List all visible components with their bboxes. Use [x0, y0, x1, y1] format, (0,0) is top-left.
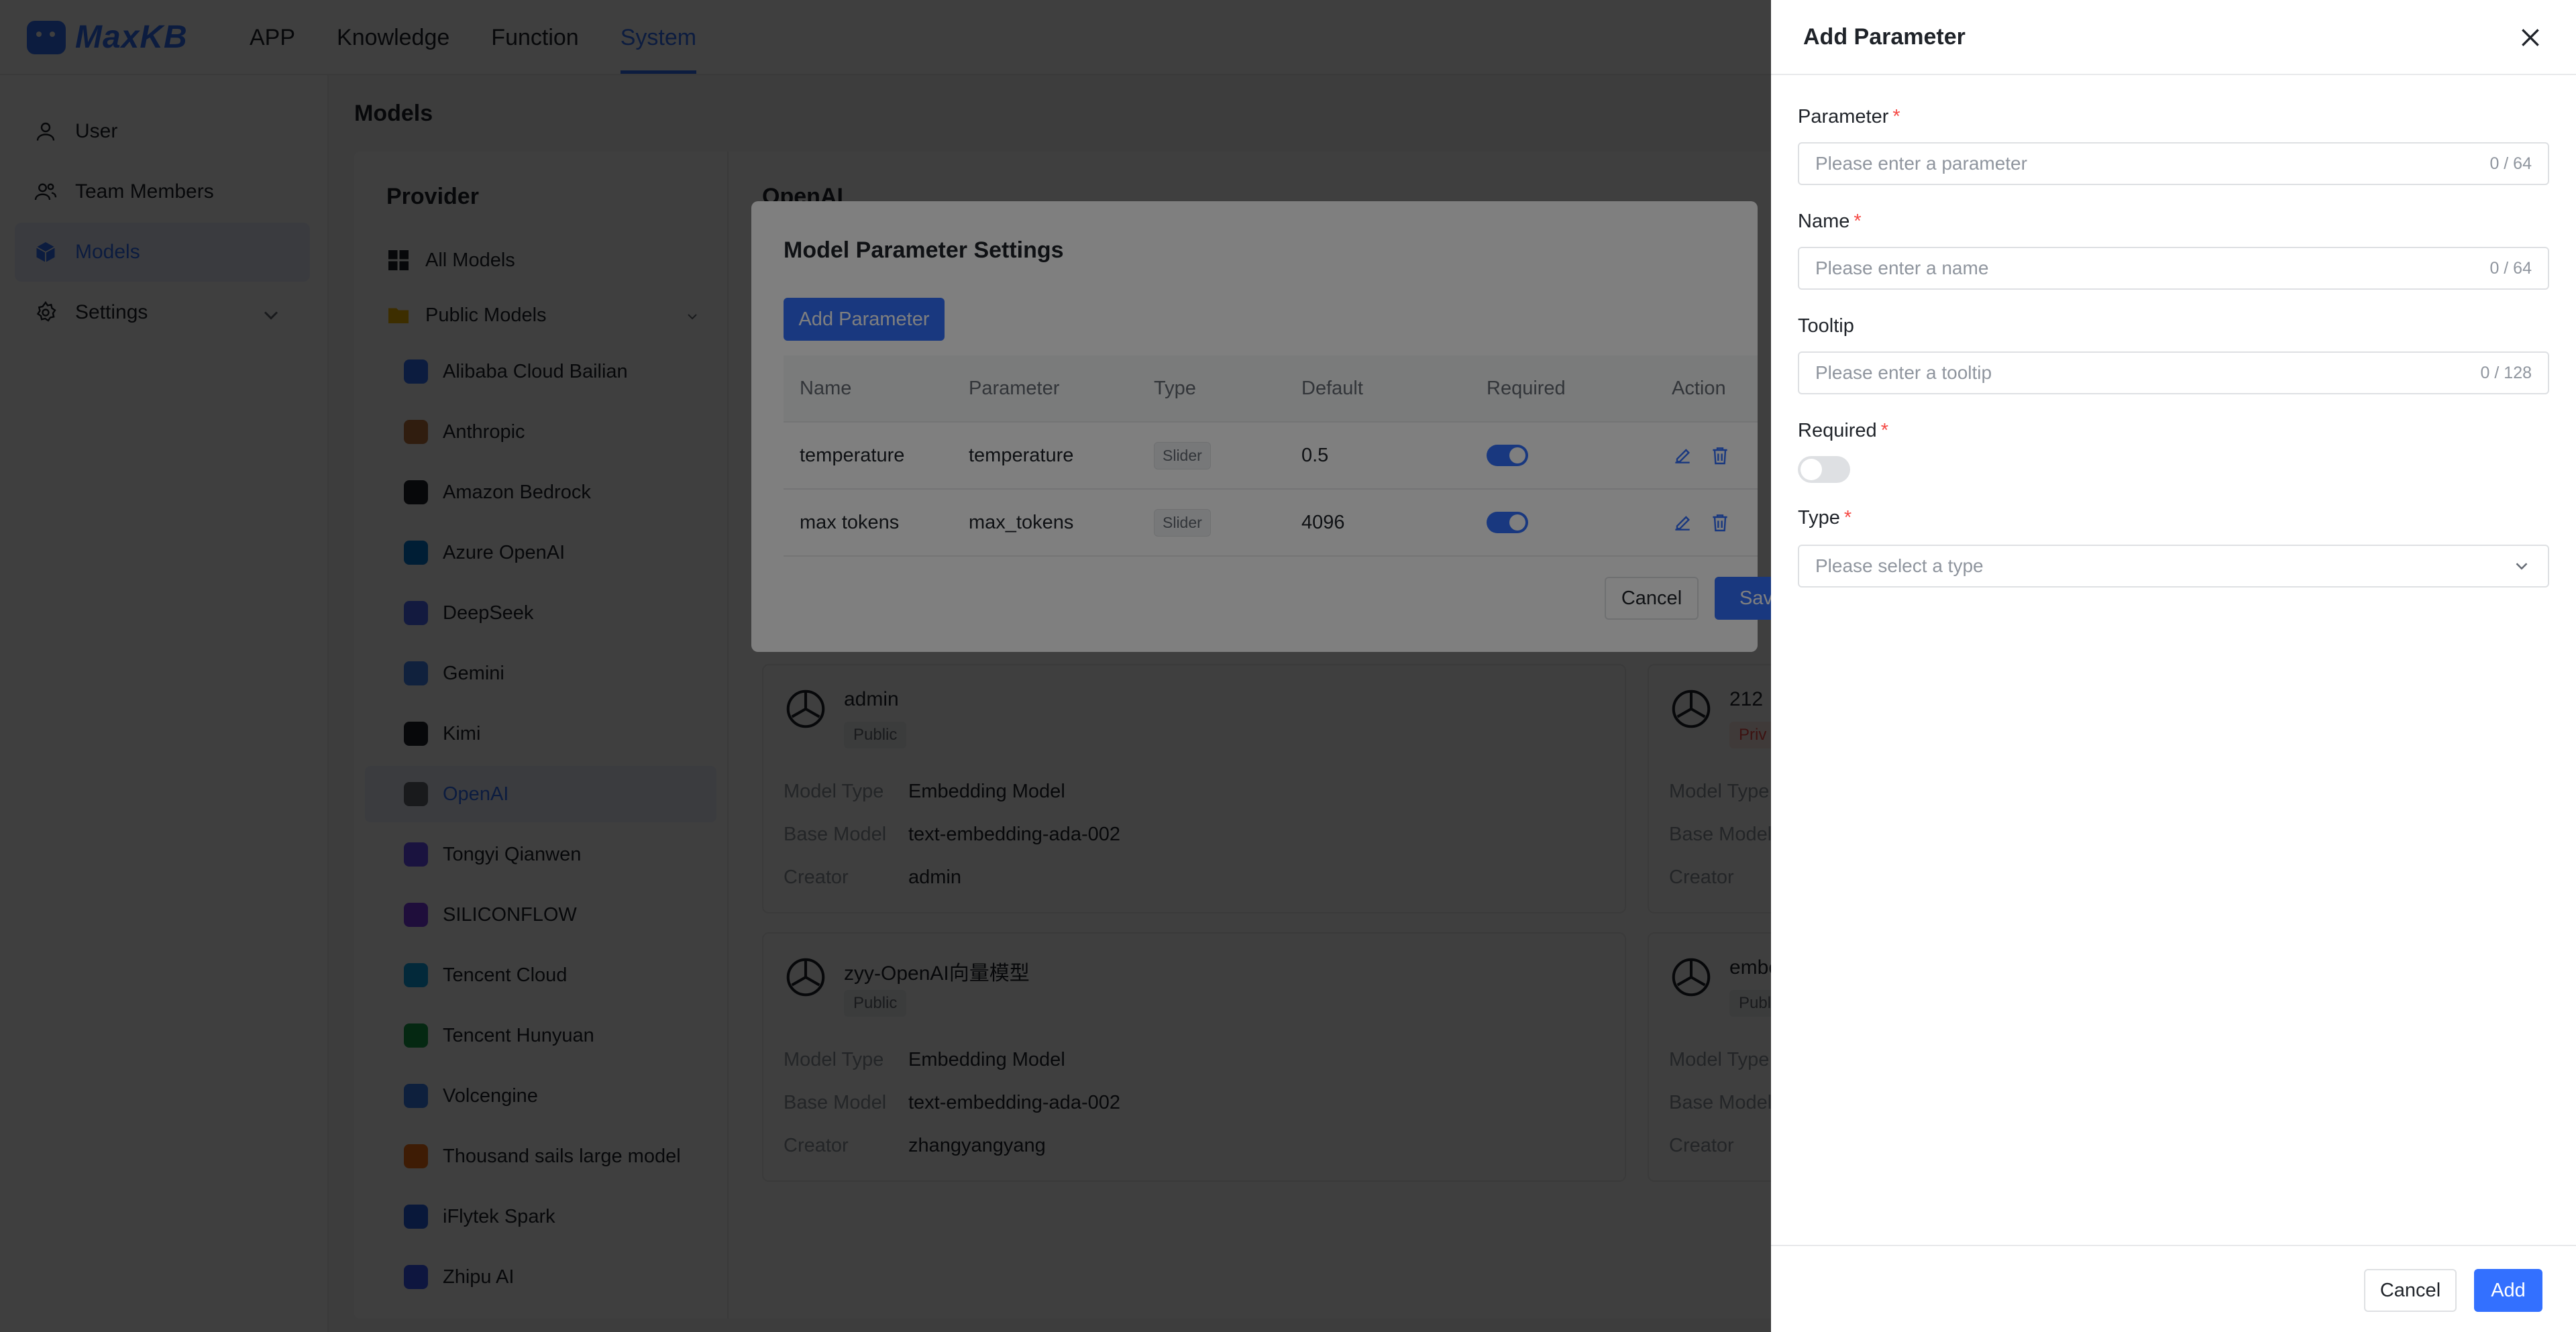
required-mark: * — [1843, 507, 1852, 529]
type-select[interactable]: Please select a type — [1798, 545, 2549, 588]
add-parameter-drawer: Add Parameter Parameter* 0 / 64 Name* 0 … — [1771, 0, 2576, 1332]
parameter-input[interactable] — [1815, 153, 2490, 174]
type-label: Type * — [1798, 507, 1851, 529]
parameter-input-wrapper: 0 / 64 — [1798, 142, 2549, 185]
parameter-label: Parameter * — [1798, 106, 1900, 128]
name-label: Name * — [1798, 211, 1862, 233]
required-mark: * — [1892, 106, 1900, 127]
drawer-header: Add Parameter — [1771, 0, 2576, 75]
add-button[interactable]: Add — [2474, 1269, 2542, 1312]
name-input[interactable] — [1815, 258, 2490, 279]
required-switch[interactable] — [1798, 456, 1850, 483]
name-input-wrapper: 0 / 64 — [1798, 247, 2549, 290]
char-counter: 0 / 64 — [2489, 258, 2532, 278]
char-counter: 0 / 128 — [2480, 363, 2532, 382]
char-counter: 0 / 64 — [2489, 154, 2532, 173]
label-text: Required — [1798, 420, 1877, 441]
tooltip-label: Tooltip — [1798, 315, 1854, 337]
type-select-placeholder: Please select a type — [1815, 555, 1984, 576]
label-text: Tooltip — [1798, 315, 1854, 337]
chevron-down-icon — [2516, 563, 2528, 570]
required-mark: * — [1880, 420, 1888, 441]
drawer-footer: Cancel Add — [1771, 1245, 2576, 1332]
drawer-overlay[interactable] — [0, 0, 1771, 1332]
tooltip-input[interactable] — [1815, 362, 2481, 384]
cancel-button[interactable]: Cancel — [2364, 1269, 2457, 1312]
close-icon[interactable] — [2517, 24, 2544, 51]
required-label: Required * — [1798, 420, 1888, 442]
label-text: Parameter — [1798, 106, 1889, 127]
tooltip-input-wrapper: 0 / 128 — [1798, 351, 2549, 394]
label-text: Name — [1798, 211, 1850, 232]
label-text: Type — [1798, 507, 1840, 529]
drawer-title: Add Parameter — [1803, 24, 1966, 50]
required-mark: * — [1854, 211, 1862, 232]
